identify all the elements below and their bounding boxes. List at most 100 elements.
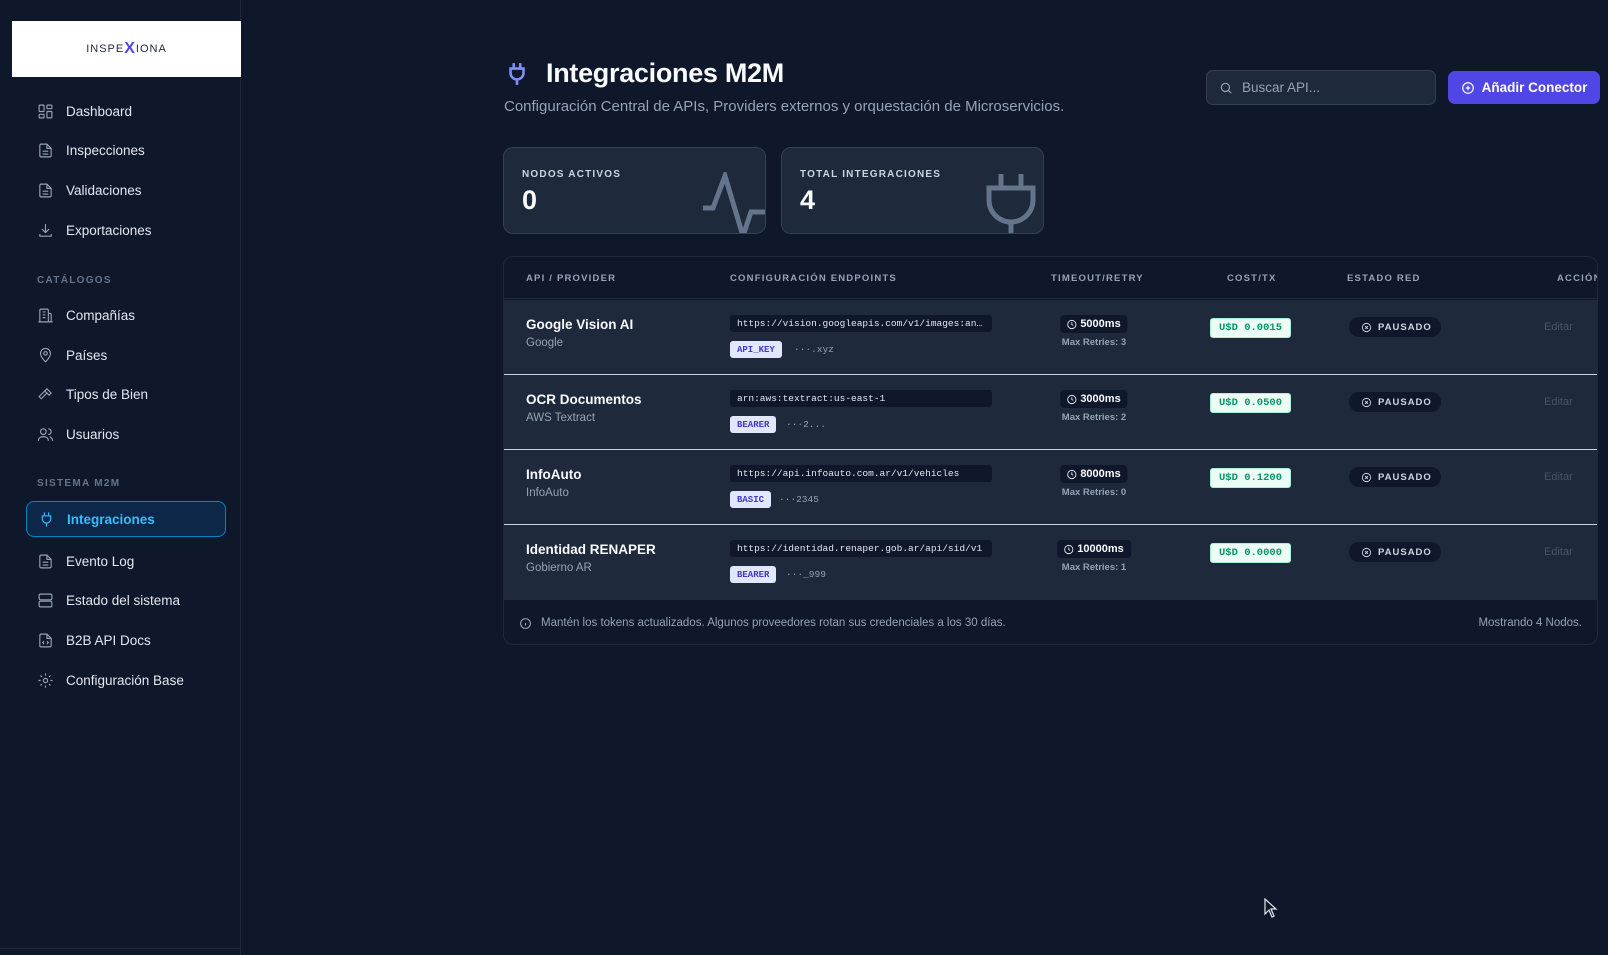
section-title-sistema: SISTEMA M2M <box>37 478 121 489</box>
column-header-action: ACCIÓN <box>1557 273 1598 284</box>
sidebar-item-b2b-api-docs[interactable]: B2B API Docs <box>26 622 226 658</box>
x-circle-icon <box>1361 397 1372 407</box>
sidebar-item-label: Compañías <box>66 307 136 323</box>
sidebar-item-tipos-de-bien[interactable]: Tipos de Bien <box>26 376 226 412</box>
building-icon <box>38 308 53 322</box>
sidebar-item-estado-sistema[interactable]: Estado del sistema <box>26 582 226 618</box>
sidebar-item-validaciones[interactable]: Validaciones <box>26 172 226 208</box>
document-icon <box>39 143 52 157</box>
stat-card-total-integrations: TOTAL INTEGRACIONES 4 <box>781 147 1044 234</box>
api-key-masked: ···.xyz <box>794 344 834 355</box>
column-header-endpoints: CONFIGURACIÓN ENDPOINTS <box>730 273 897 284</box>
endpoint-url: arn:aws:textract:us-east-1 <box>730 390 992 407</box>
brand-logo[interactable]: INSPE X IONA <box>12 21 241 77</box>
sidebar-item-inspecciones[interactable]: Inspecciones <box>26 132 226 168</box>
plug-icon <box>509 62 525 85</box>
table-row: InfoAuto InfoAuto https://api.infoauto.c… <box>504 450 1597 525</box>
status-label: PAUSADO <box>1378 396 1432 408</box>
edit-button[interactable]: Editar <box>1544 471 1573 483</box>
stat-value: 0 <box>522 185 538 215</box>
sidebar-item-configuracion-base[interactable]: Configuración Base <box>26 662 226 698</box>
sidebar-item-label: Exportaciones <box>66 222 152 238</box>
api-key-masked: ···2... <box>786 419 826 430</box>
timeout-value: 8000ms <box>1080 468 1121 480</box>
api-provider: InfoAuto <box>526 487 569 499</box>
stat-value: 4 <box>800 185 816 215</box>
clock-icon <box>1067 394 1077 404</box>
api-provider: Gobierno AR <box>526 562 592 574</box>
timeout-value: 10000ms <box>1077 543 1124 555</box>
sidebar-item-label: Integraciones <box>67 511 155 527</box>
clock-icon <box>1064 544 1074 554</box>
sidebar-item-label: Usuarios <box>66 426 120 442</box>
server-icon <box>38 593 53 607</box>
status-badge: PAUSADO <box>1349 392 1441 412</box>
max-retries: Max Retries: 1 <box>1061 562 1127 573</box>
users-icon <box>37 427 54 441</box>
sidebar-item-label: Estado del sistema <box>66 592 181 608</box>
status-label: PAUSADO <box>1378 546 1432 558</box>
timeout-value: 5000ms <box>1080 318 1121 330</box>
search-input[interactable] <box>1242 80 1432 95</box>
status-badge: PAUSADO <box>1349 467 1441 487</box>
endpoint-url: https://identidad.renaper.gob.ar/api/sid… <box>730 540 992 557</box>
column-header-cost: COST/TX <box>1227 273 1277 284</box>
timeout-badge: 3000ms <box>1060 390 1128 408</box>
edit-button[interactable]: Editar <box>1544 546 1573 558</box>
status-label: PAUSADO <box>1378 321 1432 333</box>
api-name: OCR Documentos <box>526 392 642 407</box>
api-name: Identidad RENAPER <box>526 542 656 557</box>
section-title-catalogos: CATÁLOGOS <box>37 275 112 286</box>
x-circle-icon <box>1361 322 1372 332</box>
edit-button[interactable]: Editar <box>1544 396 1573 408</box>
sidebar-item-usuarios[interactable]: Usuarios <box>26 416 226 452</box>
stat-card-active-nodes: NODOS ACTIVOS 0 <box>503 147 766 234</box>
status-label: PAUSADO <box>1378 471 1432 483</box>
timeout-badge: 5000ms <box>1060 315 1128 333</box>
search-box[interactable] <box>1206 70 1436 105</box>
sidebar-item-dashboard[interactable]: Dashboard <box>26 93 226 129</box>
max-retries: Max Retries: 2 <box>1061 412 1127 423</box>
timeout-value: 3000ms <box>1080 393 1121 405</box>
auth-badge: BEARER <box>730 416 777 433</box>
sidebar-item-label: Evento Log <box>66 553 135 569</box>
sidebar: INSPE X IONA Dashboard Inspecciones Valida… <box>0 0 241 955</box>
max-retries: Max Retries: 0 <box>1061 487 1127 498</box>
sidebar-item-exportaciones[interactable]: Exportaciones <box>26 212 226 248</box>
max-retries: Max Retries: 3 <box>1061 337 1127 348</box>
sidebar-footer-divider <box>0 948 241 949</box>
page-title-group: Integraciones M2M <box>504 58 784 89</box>
logo-x-mark: X <box>124 40 136 57</box>
auth-badge: API_KEY <box>730 341 782 358</box>
sidebar-item-label: Configuración Base <box>66 672 184 688</box>
endpoint-url: https://api.infoauto.com.ar/v1/vehicles <box>730 465 992 482</box>
table-footer: Mantén los tokens actualizados. Algunos … <box>504 600 1597 644</box>
api-name: InfoAuto <box>526 467 582 482</box>
x-circle-icon <box>1361 547 1372 557</box>
cost-badge: U$D 0.0000 <box>1210 543 1292 563</box>
document-icon <box>39 183 52 197</box>
plug-icon <box>986 174 1036 233</box>
api-provider: AWS Textract <box>526 412 596 424</box>
add-connector-button[interactable]: Añadir Conector <box>1448 71 1600 104</box>
sidebar-item-companias[interactable]: Compañías <box>26 297 226 333</box>
sidebar-item-label: Países <box>66 347 108 363</box>
clock-icon <box>1067 469 1077 479</box>
cost-badge: U$D 0.0500 <box>1210 393 1292 413</box>
sidebar-item-paises[interactable]: Países <box>26 337 226 373</box>
sidebar-item-integraciones[interactable]: Integraciones <box>26 501 226 537</box>
auth-badge: BEARER <box>730 566 777 583</box>
gear-icon <box>38 672 53 688</box>
column-header-api: API / PROVIDER <box>526 273 617 284</box>
api-provider: Google <box>526 337 564 349</box>
table-row: OCR Documentos AWS Textract arn:aws:text… <box>504 375 1597 450</box>
sidebar-item-evento-log[interactable]: Evento Log <box>26 543 226 579</box>
sidebar-item-label: Tipos de Bien <box>66 386 149 402</box>
edit-button[interactable]: Editar <box>1544 321 1573 333</box>
activity-icon <box>703 172 765 233</box>
logo-text-right: IONA <box>135 43 167 55</box>
hammer-icon <box>38 387 52 400</box>
sidebar-item-label: Validaciones <box>66 182 142 198</box>
sidebar-item-label: B2B API Docs <box>66 632 151 648</box>
info-icon <box>520 617 531 629</box>
